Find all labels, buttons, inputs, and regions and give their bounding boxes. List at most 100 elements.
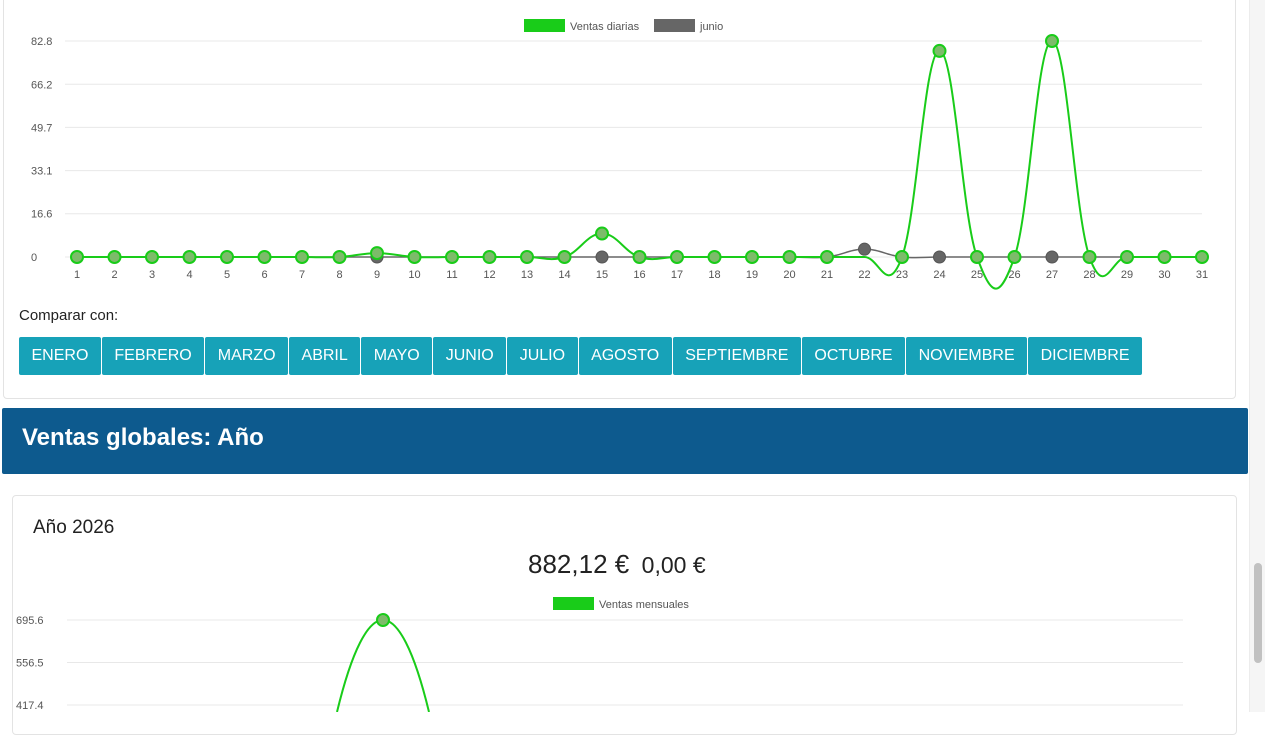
legend-label-compare: junio (699, 21, 723, 33)
data-point-current (145, 250, 159, 264)
y-tick-label: 33.1 (31, 166, 52, 178)
month-button-agosto[interactable]: AGOSTO (578, 337, 672, 375)
data-point-current (782, 250, 797, 264)
y-tick-label: 0 (31, 252, 37, 264)
data-point-current (257, 250, 272, 264)
x-tick-label: 15 (596, 269, 608, 281)
legend-label-monthly: Ventas mensuales (599, 599, 689, 611)
yearly-totals: 882,12 € 0,00 € (528, 549, 706, 580)
data-point-current (595, 226, 609, 241)
data-point-current (220, 250, 234, 264)
x-tick-label: 6 (261, 269, 267, 281)
data-point-compare (933, 250, 946, 264)
month-button-junio[interactable]: JUNIO (433, 337, 507, 375)
data-point-current (932, 43, 947, 58)
x-tick-label: 14 (558, 269, 570, 281)
x-tick-label: 4 (186, 269, 192, 281)
data-point-compare (1045, 250, 1059, 264)
data-point-current (332, 250, 347, 264)
compare-label: Comparar con: (19, 307, 119, 324)
month-button-marzo[interactable]: MARZO (205, 337, 289, 375)
x-tick-label: 24 (933, 269, 945, 281)
legend-label-current: Ventas diarias (570, 21, 640, 33)
month-button-julio[interactable]: JULIO (507, 337, 578, 375)
x-tick-label: 10 (408, 269, 420, 281)
monthly-sales-chart: Ventas mensuales 417.4 556.5 695.6 (16, 597, 1183, 712)
data-point-compare (595, 250, 609, 264)
x-tick-label: 17 (671, 269, 683, 281)
x-tick-label: 8 (336, 269, 342, 281)
data-point-monthly (376, 613, 390, 627)
month-button-diciembre[interactable]: DICIEMBRE (1028, 337, 1143, 375)
daily-sales-chart: 0 16.6 33.1 49.7 66.2 82.8 Ventas diarias junio… (31, 19, 1209, 290)
data-point-current (70, 250, 84, 264)
x-tick-label: 25 (971, 269, 983, 281)
y-tick-label: 66.2 (31, 79, 52, 91)
month-button-enero[interactable]: ENERO (19, 337, 101, 375)
page-scrollbar[interactable] (1249, 0, 1265, 712)
data-point-current (520, 250, 534, 264)
x-tick-label: 22 (858, 269, 870, 281)
x-tick-label: 1 (74, 269, 80, 281)
y-tick-label: 417.4 (16, 700, 44, 712)
month-button-noviembre[interactable]: NOVIEMBRE (906, 337, 1028, 375)
x-tick-label: 16 (633, 269, 645, 281)
x-tick-label: 31 (1196, 269, 1208, 281)
data-point-current (1195, 250, 1209, 264)
scrollbar-thumb[interactable] (1254, 563, 1262, 663)
data-point-current (407, 250, 422, 264)
x-tick-label: 3 (149, 269, 155, 281)
x-tick-label: 19 (746, 269, 758, 281)
month-button-abril[interactable]: ABRIL (289, 337, 361, 375)
data-point-current (1045, 34, 1059, 48)
series-line-monthly (336, 618, 430, 712)
x-tick-label: 20 (783, 269, 795, 281)
data-point-current (295, 250, 309, 264)
data-point-current (1157, 250, 1172, 264)
data-point-compare (858, 242, 871, 256)
x-tick-label: 28 (1083, 269, 1095, 281)
data-point-current (820, 250, 834, 264)
legend-swatch-compare (654, 19, 695, 32)
x-tick-label: 12 (483, 269, 495, 281)
data-point-current (557, 250, 572, 264)
year-title: Año 2026 (33, 517, 115, 538)
x-tick-label: 2 (111, 269, 117, 281)
x-tick-label: 29 (1121, 269, 1133, 281)
month-button-septiembre[interactable]: SEPTIEMBRE (672, 337, 801, 375)
x-tick-label: 7 (299, 269, 305, 281)
x-tick-label: 13 (521, 269, 533, 281)
data-point-current (707, 250, 722, 264)
x-tick-label: 9 (374, 269, 380, 281)
data-point-current (107, 250, 122, 264)
x-tick-label: 5 (224, 269, 230, 281)
data-point-current (670, 250, 684, 264)
total-current-value: 882,12 € (528, 549, 630, 579)
month-button-febrero[interactable]: FEBRERO (101, 337, 205, 375)
data-point-current (482, 250, 497, 264)
yearly-sales-title: Ventas globales: Año (22, 424, 264, 451)
month-button-octubre[interactable]: OCTUBRE (801, 337, 906, 375)
month-button-mayo[interactable]: MAYO (361, 337, 433, 375)
legend-swatch-current (524, 19, 565, 32)
y-tick-label: 49.7 (31, 122, 52, 134)
y-tick-label: 82.8 (31, 36, 52, 48)
x-tick-label: 11 (446, 269, 457, 281)
data-point-current (445, 250, 459, 264)
y-tick-label: 556.5 (16, 658, 44, 670)
data-point-current (970, 250, 984, 264)
x-tick-label: 18 (708, 269, 720, 281)
data-point-current (895, 250, 909, 264)
y-tick-label: 695.6 (16, 615, 44, 627)
month-button-group: ENERO FEBRERO MARZO ABRIL MAYO JUNIO JUL… (19, 337, 1143, 375)
y-tick-label: 16.6 (31, 209, 52, 221)
data-point-current (745, 250, 759, 264)
x-tick-label: 27 (1046, 269, 1058, 281)
x-tick-label: 30 (1158, 269, 1170, 281)
data-point-current (1007, 250, 1022, 264)
x-tick-label: 23 (896, 269, 908, 281)
data-point-current (182, 250, 197, 264)
yearly-sales-header: Ventas globales: Año (2, 408, 1248, 474)
x-tick-label: 21 (821, 269, 833, 281)
data-point-current (632, 250, 647, 264)
